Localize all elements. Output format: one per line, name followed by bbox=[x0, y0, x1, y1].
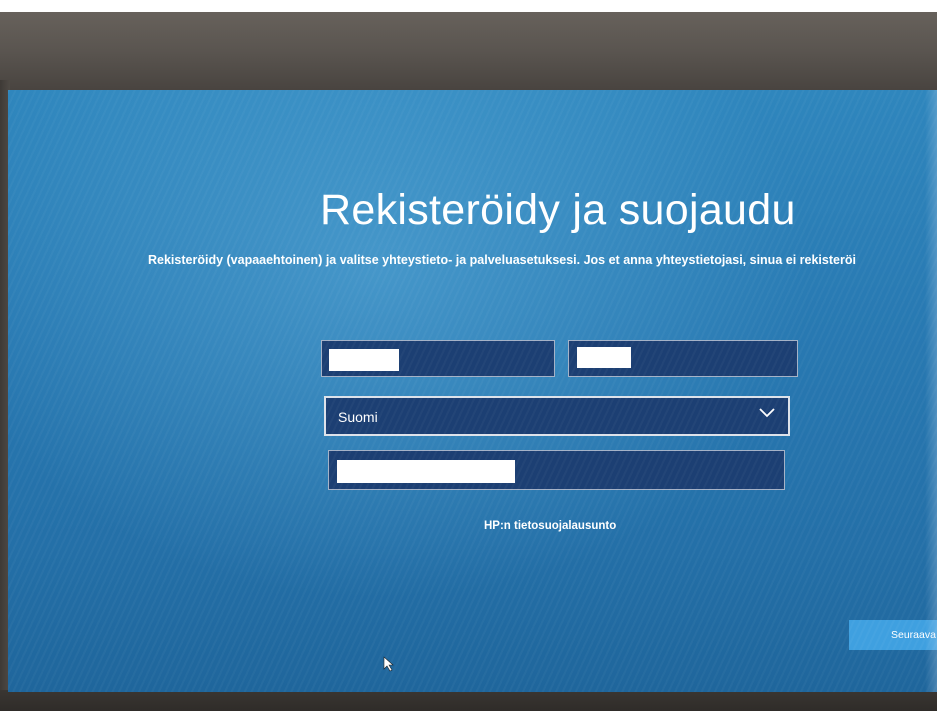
last-name-field[interactable] bbox=[568, 340, 798, 377]
email-field[interactable] bbox=[328, 450, 785, 490]
mouse-cursor-icon bbox=[383, 656, 395, 677]
redacted-value bbox=[337, 460, 515, 483]
laptop-bezel-bottom bbox=[0, 690, 937, 711]
oobe-screen: Rekisteröidy ja suojaudu Rekisteröidy (v… bbox=[8, 90, 937, 692]
page-subtitle: Rekisteröidy (vapaaehtoinen) ja valitse … bbox=[148, 253, 856, 267]
laptop-bezel-top bbox=[0, 0, 937, 92]
country-select-value: Suomi bbox=[338, 409, 378, 425]
screen-edge-glare bbox=[925, 90, 937, 692]
redacted-value bbox=[329, 349, 399, 371]
chevron-down-icon bbox=[758, 406, 776, 425]
privacy-statement-link[interactable]: HP:n tietosuojalausunto bbox=[484, 520, 616, 532]
next-button[interactable]: Seuraava bbox=[849, 620, 937, 650]
page-title: Rekisteröidy ja suojaudu bbox=[320, 186, 796, 234]
first-name-field[interactable] bbox=[321, 340, 555, 377]
country-select[interactable]: Suomi bbox=[324, 396, 790, 436]
redacted-value bbox=[577, 347, 631, 368]
